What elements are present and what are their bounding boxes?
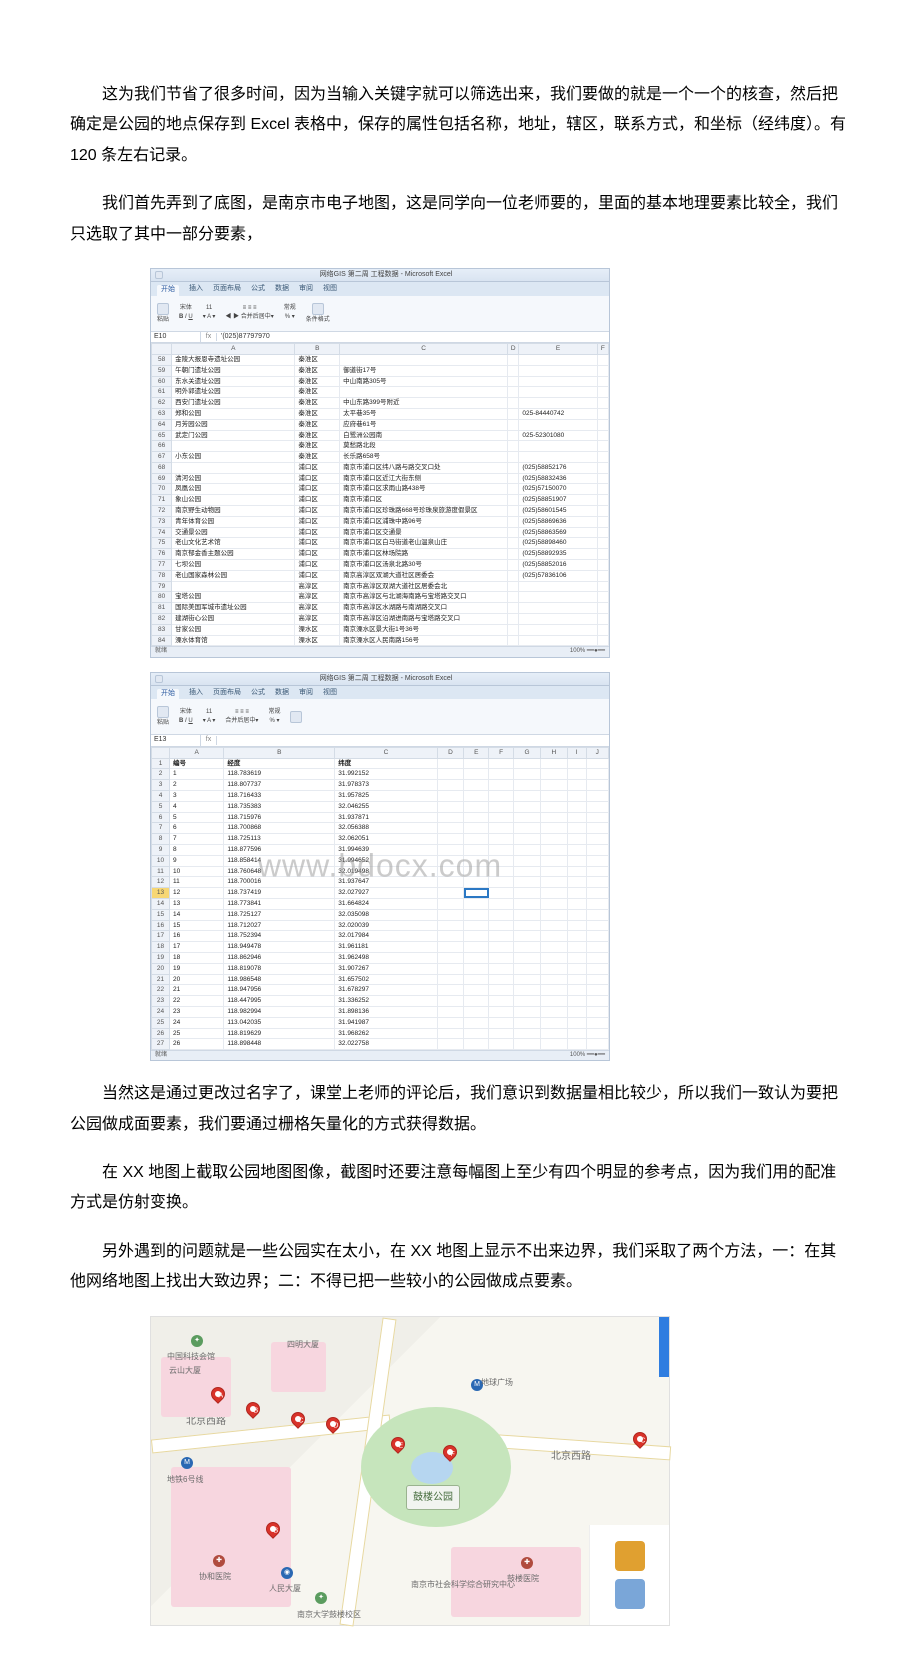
paragraph-3: 当然这是通过更改过名字了，课堂上老师的评论后，我们意识到数据量相比较少，所以我们… xyxy=(70,1079,850,1140)
park-label: 鼓楼公园 xyxy=(406,1485,460,1510)
poi-njdx[interactable]: ✦ xyxy=(315,1592,327,1604)
cond-format-icon[interactable] xyxy=(312,303,324,315)
paragraph-4: 在 XX 地图上截取公园地图图像，截图时还要注意每幅图上至少有四个明显的参考点，… xyxy=(70,1158,850,1219)
ribbon-tab-layout[interactable]: 页面布局 xyxy=(213,285,241,295)
ribbon-tab-review[interactable]: 审阅 xyxy=(299,285,313,295)
panel-box-2 xyxy=(615,1579,645,1609)
font-name[interactable]: 宋体 xyxy=(180,305,192,312)
poi-keji[interactable]: ✦ xyxy=(191,1335,203,1347)
paragraph-2: 我们首先弄到了底图，是南京市电子地图，这是同学向一位老师要的，里面的基本地理要素… xyxy=(70,189,850,250)
excel-screenshot-2: 网络GIS 第二周 工程数据 - Microsoft Excel 开始 插入 页… xyxy=(150,672,610,1062)
excel-app-icon xyxy=(155,271,163,279)
ribbon-tabs-2: 开始 插入 页面布局 公式 数据 审阅 视图 xyxy=(151,686,609,699)
paste-icon[interactable] xyxy=(157,303,169,315)
formula-bar: E10 fx '(025)87797970 xyxy=(151,332,609,343)
excel-grid-2[interactable]: ABCDEFGHIJ1编号经度纬度21118.78361931.99215232… xyxy=(151,747,609,1050)
cond-format-icon[interactable] xyxy=(290,711,302,723)
formula-bar-2: E13 fx xyxy=(151,735,609,746)
formula-content[interactable]: '(025)87797970 xyxy=(217,332,274,342)
excel-window-title: 网络GIS 第二周 工程数据 - Microsoft Excel xyxy=(320,271,453,279)
excel-titlebar: 网络GIS 第二周 工程数据 - Microsoft Excel xyxy=(151,269,609,282)
hospital-icon-2[interactable]: ✚ xyxy=(521,1557,533,1569)
side-blue-bar xyxy=(659,1317,669,1377)
excel-grid-1[interactable]: ABCDEF58金陵大报恩寺遗址公园秦淮区59午朝门遗址公园秦淮区御道街17号6… xyxy=(151,343,609,646)
paragraph-5: 另外遇到的问题就是一些公园实在太小，在 XX 地图上显示不出来边界，我们采取了两… xyxy=(70,1237,850,1298)
ribbon-toolbar-2: 粘贴 宋体B I U 11▾ A ▾ ≡ ≡ ≡合并后居中▾ 常规% ▾ xyxy=(151,699,609,735)
paragraph-1: 这为我们节省了很多时间，因为当输入关键字就可以筛选出来，我们要做的就是一个一个的… xyxy=(70,80,850,171)
ribbon-tab-home[interactable]: 开始 xyxy=(157,285,179,295)
ribbon-tab-formula[interactable]: 公式 xyxy=(251,285,265,295)
ribbon-tab-insert[interactable]: 插入 xyxy=(189,285,203,295)
metro-icon[interactable]: M xyxy=(181,1457,193,1469)
excel-titlebar-2: 网络GIS 第二周 工程数据 - Microsoft Excel xyxy=(151,673,609,686)
excel-app-icon xyxy=(155,675,163,683)
ribbon-tab-view[interactable]: 视图 xyxy=(323,285,337,295)
name-box[interactable]: E10 xyxy=(151,332,201,342)
paste-icon[interactable] xyxy=(157,706,169,718)
excel-statusbar-2: 就绪 100% ━━●━━ xyxy=(151,1050,609,1060)
road-label-bjxl2: 北京西路 xyxy=(551,1447,591,1466)
panel-box-1 xyxy=(615,1541,645,1571)
ribbon-tab-data[interactable]: 数据 xyxy=(275,285,289,295)
hospital-icon[interactable]: ✚ xyxy=(213,1555,225,1567)
ribbon-toolbar: 粘贴 宋体 B I U 11 ▾ A ▾ ≡ ≡ ≡ ◀ ▶ 合并后居中▾ 常规… xyxy=(151,296,609,332)
excel-statusbar: 就绪 100% ━━●━━ xyxy=(151,646,609,656)
map-screenshot: 北京西路 北京西路 鼓楼公园 A B C D E F B C M 地铁6号线 M… xyxy=(150,1316,670,1626)
fx-icon[interactable]: fx xyxy=(201,333,217,341)
excel-screenshot-1: 网络GIS 第二周 工程数据 - Microsoft Excel 开始 插入 页… xyxy=(150,268,610,658)
ribbon-tabs: 开始 插入 页面布局 公式 数据 审阅 视图 xyxy=(151,282,609,295)
map-side-panel xyxy=(589,1525,669,1625)
poi-renmin[interactable]: ◉ xyxy=(281,1567,293,1579)
